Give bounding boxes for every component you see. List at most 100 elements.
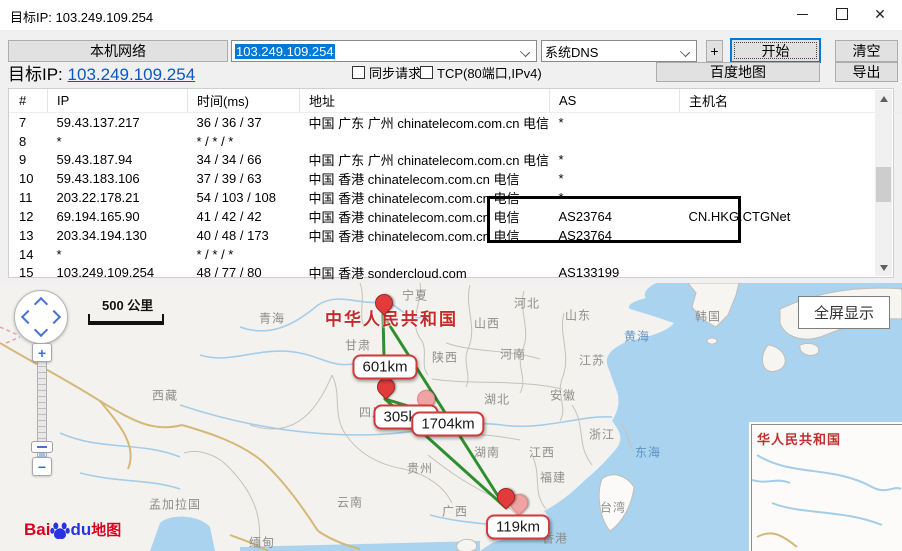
map-place-label: 东海 <box>634 445 662 460</box>
tcp-checkbox[interactable]: TCP(80端口,IPv4) <box>420 63 542 82</box>
table-row[interactable]: 14 * * / * / * <box>9 245 902 263</box>
map-place-label: 青海 <box>258 311 286 326</box>
col-header-time[interactable]: 时间(ms) <box>187 89 300 113</box>
target-ip-link[interactable]: 103.249.109.254 <box>68 65 196 84</box>
clear-button[interactable]: 清空 <box>835 40 898 62</box>
scroll-up-icon[interactable] <box>875 90 892 107</box>
cell-as: AS133199 <box>558 265 620 280</box>
cell-num: 12 <box>19 209 34 224</box>
map-place-label: 甘肃 <box>344 338 372 353</box>
baidu-logo-text: Bai <box>24 519 51 539</box>
map-place-label: 山西 <box>473 316 501 331</box>
chevron-down-icon[interactable] <box>519 46 531 58</box>
cell-ip: 69.194.165.90 <box>56 209 140 224</box>
map-place-label: 江苏 <box>578 353 606 368</box>
pan-down-icon[interactable] <box>33 322 49 338</box>
cell-ip: 203.34.194.130 <box>56 228 147 243</box>
dns-combobox-value: 系统DNS <box>545 44 599 60</box>
baidu-logo-du: du <box>70 519 92 539</box>
minimize-button[interactable] <box>782 0 822 28</box>
close-button[interactable]: ✕ <box>860 0 900 28</box>
map-place-label: 山东 <box>564 308 592 323</box>
cell-as <box>550 132 680 150</box>
start-button[interactable]: 开始 <box>730 38 821 63</box>
window-title: 目标IP: 103.249.109.254 <box>10 10 154 25</box>
cell-location <box>300 245 550 263</box>
cell-as: * <box>558 171 564 186</box>
pan-right-icon[interactable] <box>46 309 62 325</box>
table-row[interactable]: 10 59.43.183.106 37 / 39 / 63 中国 香港 chin… <box>9 169 902 188</box>
map-place-label: 台湾 <box>599 500 627 515</box>
add-ip-button[interactable]: + <box>706 40 723 62</box>
map-scale: 500 公里 <box>88 295 164 325</box>
cell-num: 14 <box>19 246 34 262</box>
baidu-map-canvas[interactable]: 青海 西藏 甘肃 宁夏 河北 山东 山西 陕西 河南 江苏 湖北 安徽 四川 浙江 湖南 江西 贵州 云南 广西 福建… <box>0 283 902 551</box>
checkbox-icon[interactable] <box>420 66 433 79</box>
cell-as <box>550 245 680 263</box>
zoom-out-button[interactable]: − <box>32 457 52 476</box>
map-place-label: 湖北 <box>483 392 511 407</box>
cell-ip: * <box>56 246 62 262</box>
cell-num: 8 <box>19 133 27 149</box>
table-row[interactable]: 13 203.34.194.130 40 / 48 / 173 中国 香港 ch… <box>9 226 902 245</box>
cell-ip: 59.43.183.106 <box>56 171 140 186</box>
checkbox-icon[interactable] <box>352 66 365 79</box>
pan-left-icon[interactable] <box>20 309 36 325</box>
cell-host <box>680 263 902 282</box>
local-network-button[interactable]: 本机网络 <box>8 40 228 62</box>
cell-time: * / * / * <box>196 133 234 149</box>
traceroute-table: # IP 时间(ms) 地址 AS 主机名 7 59.43.137.217 36… <box>8 88 902 281</box>
map-place-label: 安徽 <box>549 388 577 403</box>
fullscreen-button[interactable]: 全屏显示 <box>798 296 890 329</box>
cell-host <box>680 113 902 133</box>
ip-combobox[interactable]: 103.249.109.254 <box>231 40 537 62</box>
maximize-icon <box>836 8 848 20</box>
map-place-label: 河北 <box>513 296 541 311</box>
sync-request-checkbox[interactable]: 同步请求 <box>352 63 421 82</box>
chevron-down-icon[interactable] <box>679 46 691 58</box>
country-label: 中华人民共和国 <box>325 310 458 329</box>
col-header-num[interactable]: # <box>9 89 48 113</box>
table-row[interactable]: 8 * * / * / * <box>9 132 902 150</box>
table-row[interactable]: 12 69.194.165.90 41 / 42 / 42 中国 香港 chin… <box>9 207 902 226</box>
table-row[interactable]: 9 59.43.187.94 34 / 34 / 66 中国 广东 广州 chi… <box>9 150 902 169</box>
col-header-ip[interactable]: IP <box>47 89 188 113</box>
map-place-label: 湖南 <box>473 445 501 460</box>
export-button[interactable]: 导出 <box>835 62 898 82</box>
cell-location: 中国 广东 广州 chinatelecom.com.cn 电信 <box>308 116 550 131</box>
table-row[interactable]: 15 103.249.109.254 48 / 77 / 80 中国 香港 so… <box>9 263 902 282</box>
dns-combobox[interactable]: 系统DNS <box>541 40 697 62</box>
highlight-box <box>487 196 741 243</box>
table-row[interactable]: 7 59.43.137.217 36 / 36 / 37 中国 广东 广州 ch… <box>9 113 902 133</box>
maximize-button[interactable] <box>822 0 862 28</box>
col-header-as[interactable]: AS <box>549 89 680 113</box>
map-place-label: 黄海 <box>623 329 651 344</box>
inset-country-label: 华人民共和国 <box>757 432 842 447</box>
inset-minimap[interactable]: 华人民共和国 <box>749 422 902 551</box>
cell-time: 40 / 48 / 173 <box>196 228 269 243</box>
baidu-map-button[interactable]: 百度地图 <box>656 62 820 82</box>
cell-time: 36 / 36 / 37 <box>196 115 262 130</box>
table-row[interactable]: 11 203.22.178.21 54 / 103 / 108 中国 香港 ch… <box>9 188 902 207</box>
ip-combobox-value: 103.249.109.254 <box>235 43 335 59</box>
map-place-label: 云南 <box>336 495 364 510</box>
col-header-host[interactable]: 主机名 <box>679 89 902 113</box>
map-place-label: 浙江 <box>588 427 616 442</box>
col-header-location[interactable]: 地址 <box>299 89 550 113</box>
cell-time: 54 / 103 / 108 <box>196 190 277 205</box>
map-place-label: 韩国 <box>694 309 722 324</box>
scrollbar-thumb[interactable] <box>876 167 891 202</box>
baidu-logo-suffix: 地图 <box>91 522 122 539</box>
table-scrollbar[interactable] <box>875 90 892 276</box>
pan-up-icon[interactable] <box>33 296 49 312</box>
baidu-paw-icon <box>50 522 71 539</box>
zoom-slider-thumb[interactable] <box>31 441 53 453</box>
cell-time: * / * / * <box>196 246 234 262</box>
tcp-label: TCP(80端口,IPv4) <box>437 66 542 81</box>
cell-num: 13 <box>19 228 34 243</box>
zoom-in-button[interactable]: + <box>32 343 52 362</box>
scroll-down-icon[interactable] <box>875 259 892 276</box>
scale-bar <box>88 314 164 325</box>
sync-request-label: 同步请求 <box>369 66 422 81</box>
map-pan-control[interactable] <box>14 290 68 344</box>
